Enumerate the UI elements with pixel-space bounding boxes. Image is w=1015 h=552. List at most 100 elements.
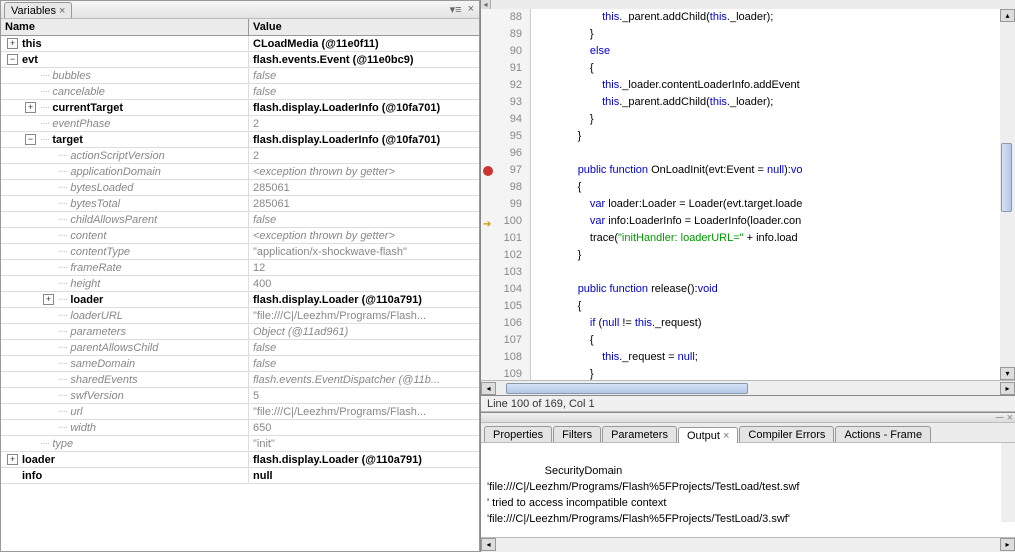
expand-icon[interactable]: + bbox=[7, 454, 18, 465]
variable-row[interactable]: ····type"init" bbox=[1, 436, 479, 452]
variables-tree[interactable]: +thisCLoadMedia (@11e0f11)−evtflash.even… bbox=[1, 36, 479, 551]
variable-row[interactable]: ····bytesTotal285061 bbox=[1, 196, 479, 212]
line-number-gutter[interactable]: 100➔ bbox=[481, 213, 531, 230]
code-line[interactable]: 98 { bbox=[481, 179, 1000, 196]
panel-close-icon[interactable]: × bbox=[466, 3, 476, 16]
variable-row[interactable]: ····sameDomainfalse bbox=[1, 356, 479, 372]
variable-row[interactable]: infonull bbox=[1, 468, 479, 484]
line-number-gutter[interactable]: 105 bbox=[481, 298, 531, 315]
tab-properties[interactable]: Properties bbox=[484, 426, 552, 442]
line-number-gutter[interactable]: 102 bbox=[481, 247, 531, 264]
vscroll-thumb[interactable] bbox=[1001, 143, 1012, 212]
line-number-gutter[interactable]: 95 bbox=[481, 128, 531, 145]
line-number-gutter[interactable]: 97 bbox=[481, 162, 531, 179]
collapse-icon[interactable]: − bbox=[7, 54, 18, 65]
tab-compiler-errors[interactable]: Compiler Errors bbox=[739, 426, 834, 442]
code-line[interactable]: 93 this._parent.addChild(this._loader); bbox=[481, 94, 1000, 111]
scroll-up-icon[interactable]: ▴ bbox=[1000, 9, 1015, 22]
variable-row[interactable]: ····content<exception thrown by getter> bbox=[1, 228, 479, 244]
code-line[interactable]: 91 { bbox=[481, 60, 1000, 77]
variable-row[interactable]: ····height400 bbox=[1, 276, 479, 292]
variable-row[interactable]: ····contentType"application/x-shockwave-… bbox=[1, 244, 479, 260]
variable-row[interactable]: −····targetflash.display.LoaderInfo (@10… bbox=[1, 132, 479, 148]
collapse-icon[interactable]: − bbox=[25, 134, 36, 145]
line-number-gutter[interactable]: 103 bbox=[481, 264, 531, 281]
variable-row[interactable]: +····loaderflash.display.Loader (@110a79… bbox=[1, 292, 479, 308]
variable-row[interactable]: ····loaderURL"file:///C|/Leezhm/Programs… bbox=[1, 308, 479, 324]
code-line[interactable]: 108 this._request = null; bbox=[481, 349, 1000, 366]
code-line[interactable]: 104 public function release():void bbox=[481, 281, 1000, 298]
variables-tab[interactable]: Variables × bbox=[4, 2, 72, 18]
code-line[interactable]: 94 } bbox=[481, 111, 1000, 128]
tab-filters[interactable]: Filters bbox=[553, 426, 601, 442]
close-icon[interactable]: × bbox=[59, 5, 65, 17]
output-body[interactable]: SecurityDomain 'file:///C|/Leezhm/Progra… bbox=[481, 443, 1015, 537]
line-number-gutter[interactable]: 104 bbox=[481, 281, 531, 298]
variable-row[interactable]: ····width650 bbox=[1, 420, 479, 436]
code-line[interactable]: 106 if (null != this._request) bbox=[481, 315, 1000, 332]
variable-row[interactable]: ····bytesLoaded285061 bbox=[1, 180, 479, 196]
fold-handle[interactable]: ◂ bbox=[481, 0, 491, 9]
line-number-gutter[interactable]: 89 bbox=[481, 26, 531, 43]
line-number-gutter[interactable]: 96 bbox=[481, 145, 531, 162]
tab-actions-frame[interactable]: Actions - Frame bbox=[835, 426, 931, 442]
line-number-gutter[interactable]: 107 bbox=[481, 332, 531, 349]
expand-icon[interactable]: + bbox=[7, 38, 18, 49]
scroll-down-icon[interactable]: ▾ bbox=[1000, 367, 1015, 380]
line-number-gutter[interactable]: 88 bbox=[481, 9, 531, 26]
line-number-gutter[interactable]: 90 bbox=[481, 43, 531, 60]
variable-row[interactable]: ····parentAllowsChildfalse bbox=[1, 340, 479, 356]
hscroll-thumb[interactable] bbox=[506, 383, 748, 394]
line-number-gutter[interactable]: 101 bbox=[481, 230, 531, 247]
panel-menu-icon[interactable]: ─ bbox=[996, 412, 1004, 424]
line-number-gutter[interactable]: 93 bbox=[481, 94, 531, 111]
line-number-gutter[interactable]: 98 bbox=[481, 179, 531, 196]
code-line[interactable]: 95 } bbox=[481, 128, 1000, 145]
scroll-right-icon[interactable]: ▸ bbox=[1000, 382, 1015, 395]
code-line[interactable]: 90 else bbox=[481, 43, 1000, 60]
scroll-left-icon[interactable]: ◂ bbox=[481, 538, 496, 551]
tab-parameters[interactable]: Parameters bbox=[602, 426, 677, 442]
code-line[interactable]: 96 bbox=[481, 145, 1000, 162]
variable-row[interactable]: ····swfVersion5 bbox=[1, 388, 479, 404]
header-name[interactable]: Name bbox=[1, 19, 249, 35]
variable-row[interactable]: +loaderflash.display.Loader (@110a791) bbox=[1, 452, 479, 468]
code-editor[interactable]: 88 this._parent.addChild(this._loader);8… bbox=[481, 9, 1015, 396]
expand-icon[interactable]: + bbox=[43, 294, 54, 305]
scroll-left-icon[interactable]: ◂ bbox=[481, 382, 496, 395]
variable-row[interactable]: ····frameRate12 bbox=[1, 260, 479, 276]
line-number-gutter[interactable]: 106 bbox=[481, 315, 531, 332]
code-line[interactable]: 101 trace("initHandler: loaderURL=" + in… bbox=[481, 230, 1000, 247]
code-line[interactable]: 103 bbox=[481, 264, 1000, 281]
scroll-right-icon[interactable]: ▸ bbox=[1000, 538, 1015, 551]
variable-row[interactable]: ····bubblesfalse bbox=[1, 68, 479, 84]
variable-row[interactable]: −evtflash.events.Event (@11e0bc9) bbox=[1, 52, 479, 68]
variable-row[interactable]: +····currentTargetflash.display.LoaderIn… bbox=[1, 100, 479, 116]
code-line[interactable]: 102 } bbox=[481, 247, 1000, 264]
variable-row[interactable]: ····url"file:///C|/Leezhm/Programs/Flash… bbox=[1, 404, 479, 420]
code-hscroll[interactable]: ◂ ▸ bbox=[481, 380, 1015, 395]
code-line[interactable]: 107 { bbox=[481, 332, 1000, 349]
header-value[interactable]: Value bbox=[249, 19, 479, 35]
output-vscroll[interactable] bbox=[1001, 443, 1015, 522]
code-line[interactable]: 105 { bbox=[481, 298, 1000, 315]
panel-close-icon[interactable]: × bbox=[1007, 412, 1013, 424]
output-hscroll[interactable]: ◂ ▸ bbox=[481, 537, 1015, 552]
variable-row[interactable]: +thisCLoadMedia (@11e0f11) bbox=[1, 36, 479, 52]
code-line[interactable]: 99 var loader:Loader = Loader(evt.target… bbox=[481, 196, 1000, 213]
line-number-gutter[interactable]: 99 bbox=[481, 196, 531, 213]
close-icon[interactable]: × bbox=[723, 430, 729, 442]
panel-menu-icon[interactable]: ▾≡ bbox=[448, 3, 464, 16]
code-vscroll[interactable]: ▴ ▾ bbox=[1000, 9, 1015, 380]
line-number-gutter[interactable]: 94 bbox=[481, 111, 531, 128]
breakpoint-icon[interactable] bbox=[483, 166, 493, 176]
line-number-gutter[interactable]: 108 bbox=[481, 349, 531, 366]
expand-icon[interactable]: + bbox=[25, 102, 36, 113]
variable-row[interactable]: ····applicationDomain<exception thrown b… bbox=[1, 164, 479, 180]
code-line[interactable]: 89 } bbox=[481, 26, 1000, 43]
variable-row[interactable]: ····parametersObject (@11ad961) bbox=[1, 324, 479, 340]
variable-row[interactable]: ····eventPhase2 bbox=[1, 116, 479, 132]
line-number-gutter[interactable]: 91 bbox=[481, 60, 531, 77]
variable-row[interactable]: ····cancelablefalse bbox=[1, 84, 479, 100]
tab-output[interactable]: Output× bbox=[678, 427, 738, 443]
